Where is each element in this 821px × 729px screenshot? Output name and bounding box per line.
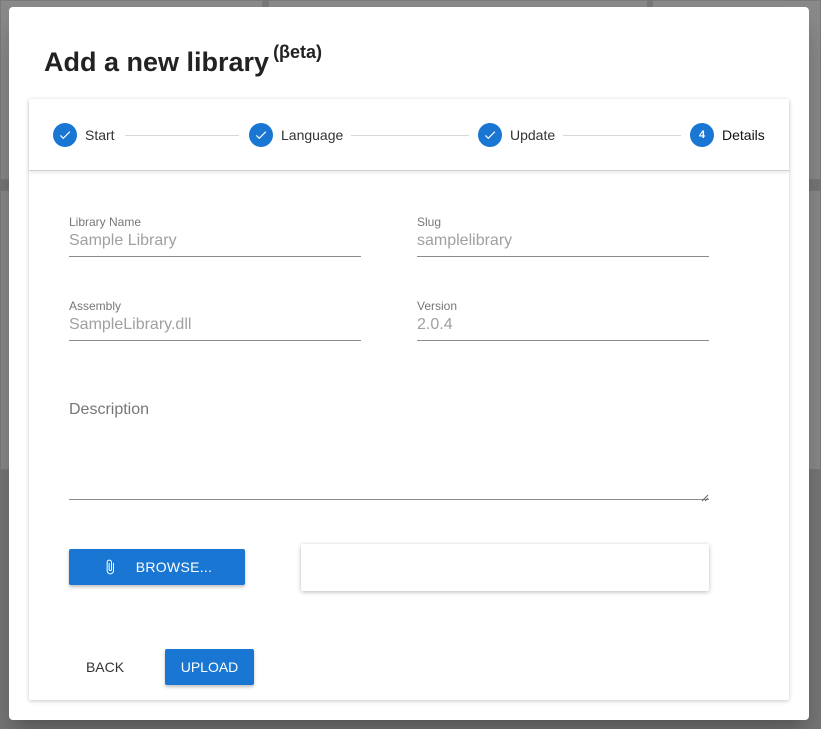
stepper-panel: Start Language Update 4 Details Library …: [29, 99, 789, 700]
browse-label: BROWSE...: [135, 559, 213, 575]
dialog-title: Add a new library (βeta): [44, 42, 323, 78]
field-label: Version: [417, 299, 458, 313]
check-icon: [53, 123, 77, 147]
paperclip-icon: [106, 559, 114, 575]
step-label: Language: [281, 127, 344, 143]
field-label: Library Name: [69, 215, 142, 229]
description-textarea[interactable]: Description: [69, 401, 149, 419]
step-connector: [563, 135, 681, 136]
version-input[interactable]: 2.0.4: [417, 316, 709, 341]
step-start[interactable]: Start: [53, 123, 115, 147]
library-name-field[interactable]: Library Name Sample Library: [69, 215, 361, 257]
back-button[interactable]: BACK: [69, 649, 141, 685]
resize-grip-icon[interactable]: [699, 489, 709, 502]
field-label: Assembly: [69, 299, 122, 313]
step-details[interactable]: 4 Details: [690, 123, 765, 147]
dialog-title-text: Add a new library: [44, 47, 270, 77]
selected-file-display: [301, 544, 709, 591]
step-label: Start: [85, 127, 115, 143]
step-language[interactable]: Language: [249, 123, 343, 147]
step-label: Update: [510, 127, 556, 143]
stepper: Start Language Update 4 Details: [29, 99, 789, 171]
browse-button[interactable]: BROWSE...: [69, 549, 245, 585]
field-label: Slug: [417, 215, 442, 229]
add-library-dialog: Add a new library(βeta) Start Language: [9, 7, 809, 720]
step-number: 4: [690, 123, 714, 147]
slug-input[interactable]: samplelibrary: [417, 232, 709, 257]
description-underline: [69, 499, 709, 500]
assembly-field[interactable]: Assembly SampleLibrary.dll: [69, 299, 361, 341]
slug-field[interactable]: Slug samplelibrary: [417, 215, 709, 257]
step-update[interactable]: Update: [478, 123, 555, 147]
library-name-input[interactable]: Sample Library: [69, 232, 361, 257]
check-icon: [478, 123, 502, 147]
beta-badge: (βeta): [273, 42, 323, 62]
step-label: Details: [722, 127, 765, 143]
step-connector: [125, 135, 239, 136]
step-connector: [351, 135, 469, 136]
check-icon: [249, 123, 273, 147]
upload-button[interactable]: UPLOAD: [165, 649, 254, 685]
assembly-input[interactable]: SampleLibrary.dll: [69, 316, 361, 341]
version-field[interactable]: Version 2.0.4: [417, 299, 709, 341]
